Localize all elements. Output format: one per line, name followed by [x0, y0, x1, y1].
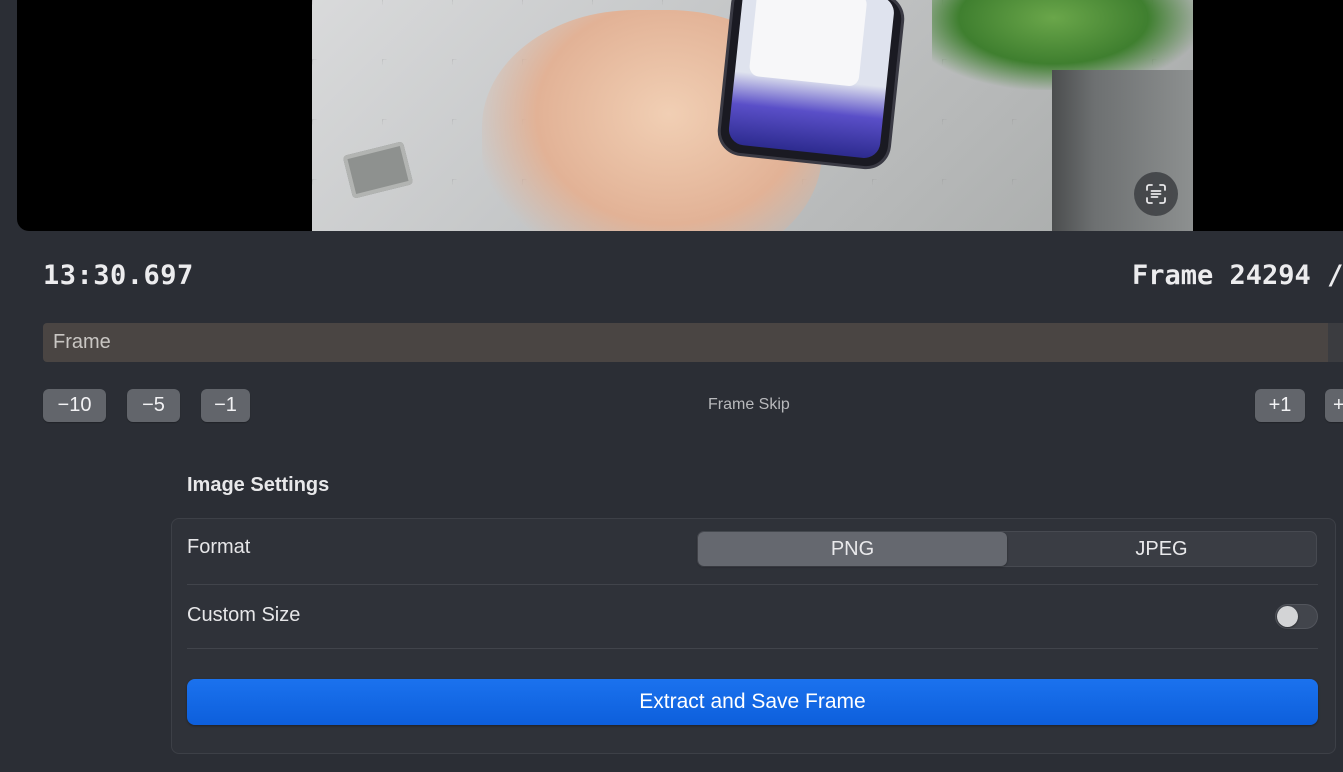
custom-size-toggle[interactable] — [1275, 604, 1318, 629]
timecode-display: 13:30.697 — [43, 260, 194, 291]
phone-notification-card — [748, 0, 868, 87]
format-label: Format — [187, 536, 251, 558]
frame-counter: Frame 24294 / — [1132, 260, 1343, 291]
format-option-png[interactable]: PNG — [698, 532, 1007, 566]
live-text-scan-glyph — [1146, 184, 1166, 204]
video-preview[interactable] — [17, 0, 1343, 231]
frame-number-field[interactable]: Frame — [43, 323, 1328, 362]
custom-size-label: Custom Size — [187, 604, 301, 626]
phone — [718, 0, 904, 169]
video-frame-image — [312, 0, 1193, 231]
skip-back-1-button[interactable]: −1 — [201, 389, 250, 422]
frame-field-trailing-control[interactable] — [1328, 323, 1343, 362]
settings-divider — [187, 648, 1318, 649]
toggle-knob — [1277, 606, 1298, 627]
settings-divider — [187, 584, 1318, 585]
skip-forward-1-button[interactable]: +1 — [1255, 389, 1305, 422]
frame-extractor-window: 13:30.697 Frame 24294 / Frame −10 −5 −1 … — [0, 0, 1343, 772]
frame-field-placeholder: Frame — [53, 331, 111, 353]
skip-forward-more-button[interactable]: + — [1325, 389, 1343, 422]
skip-back-5-button[interactable]: −5 — [127, 389, 180, 422]
format-segmented-control[interactable]: PNG JPEG — [697, 531, 1317, 567]
skip-back-10-button[interactable]: −10 — [43, 389, 106, 422]
image-settings-title: Image Settings — [187, 474, 330, 496]
extract-save-frame-button[interactable]: Extract and Save Frame — [187, 679, 1318, 725]
format-option-jpeg[interactable]: JPEG — [1007, 532, 1316, 566]
frame-skip-label: Frame Skip — [708, 396, 790, 413]
live-text-scan-icon[interactable] — [1134, 172, 1178, 216]
